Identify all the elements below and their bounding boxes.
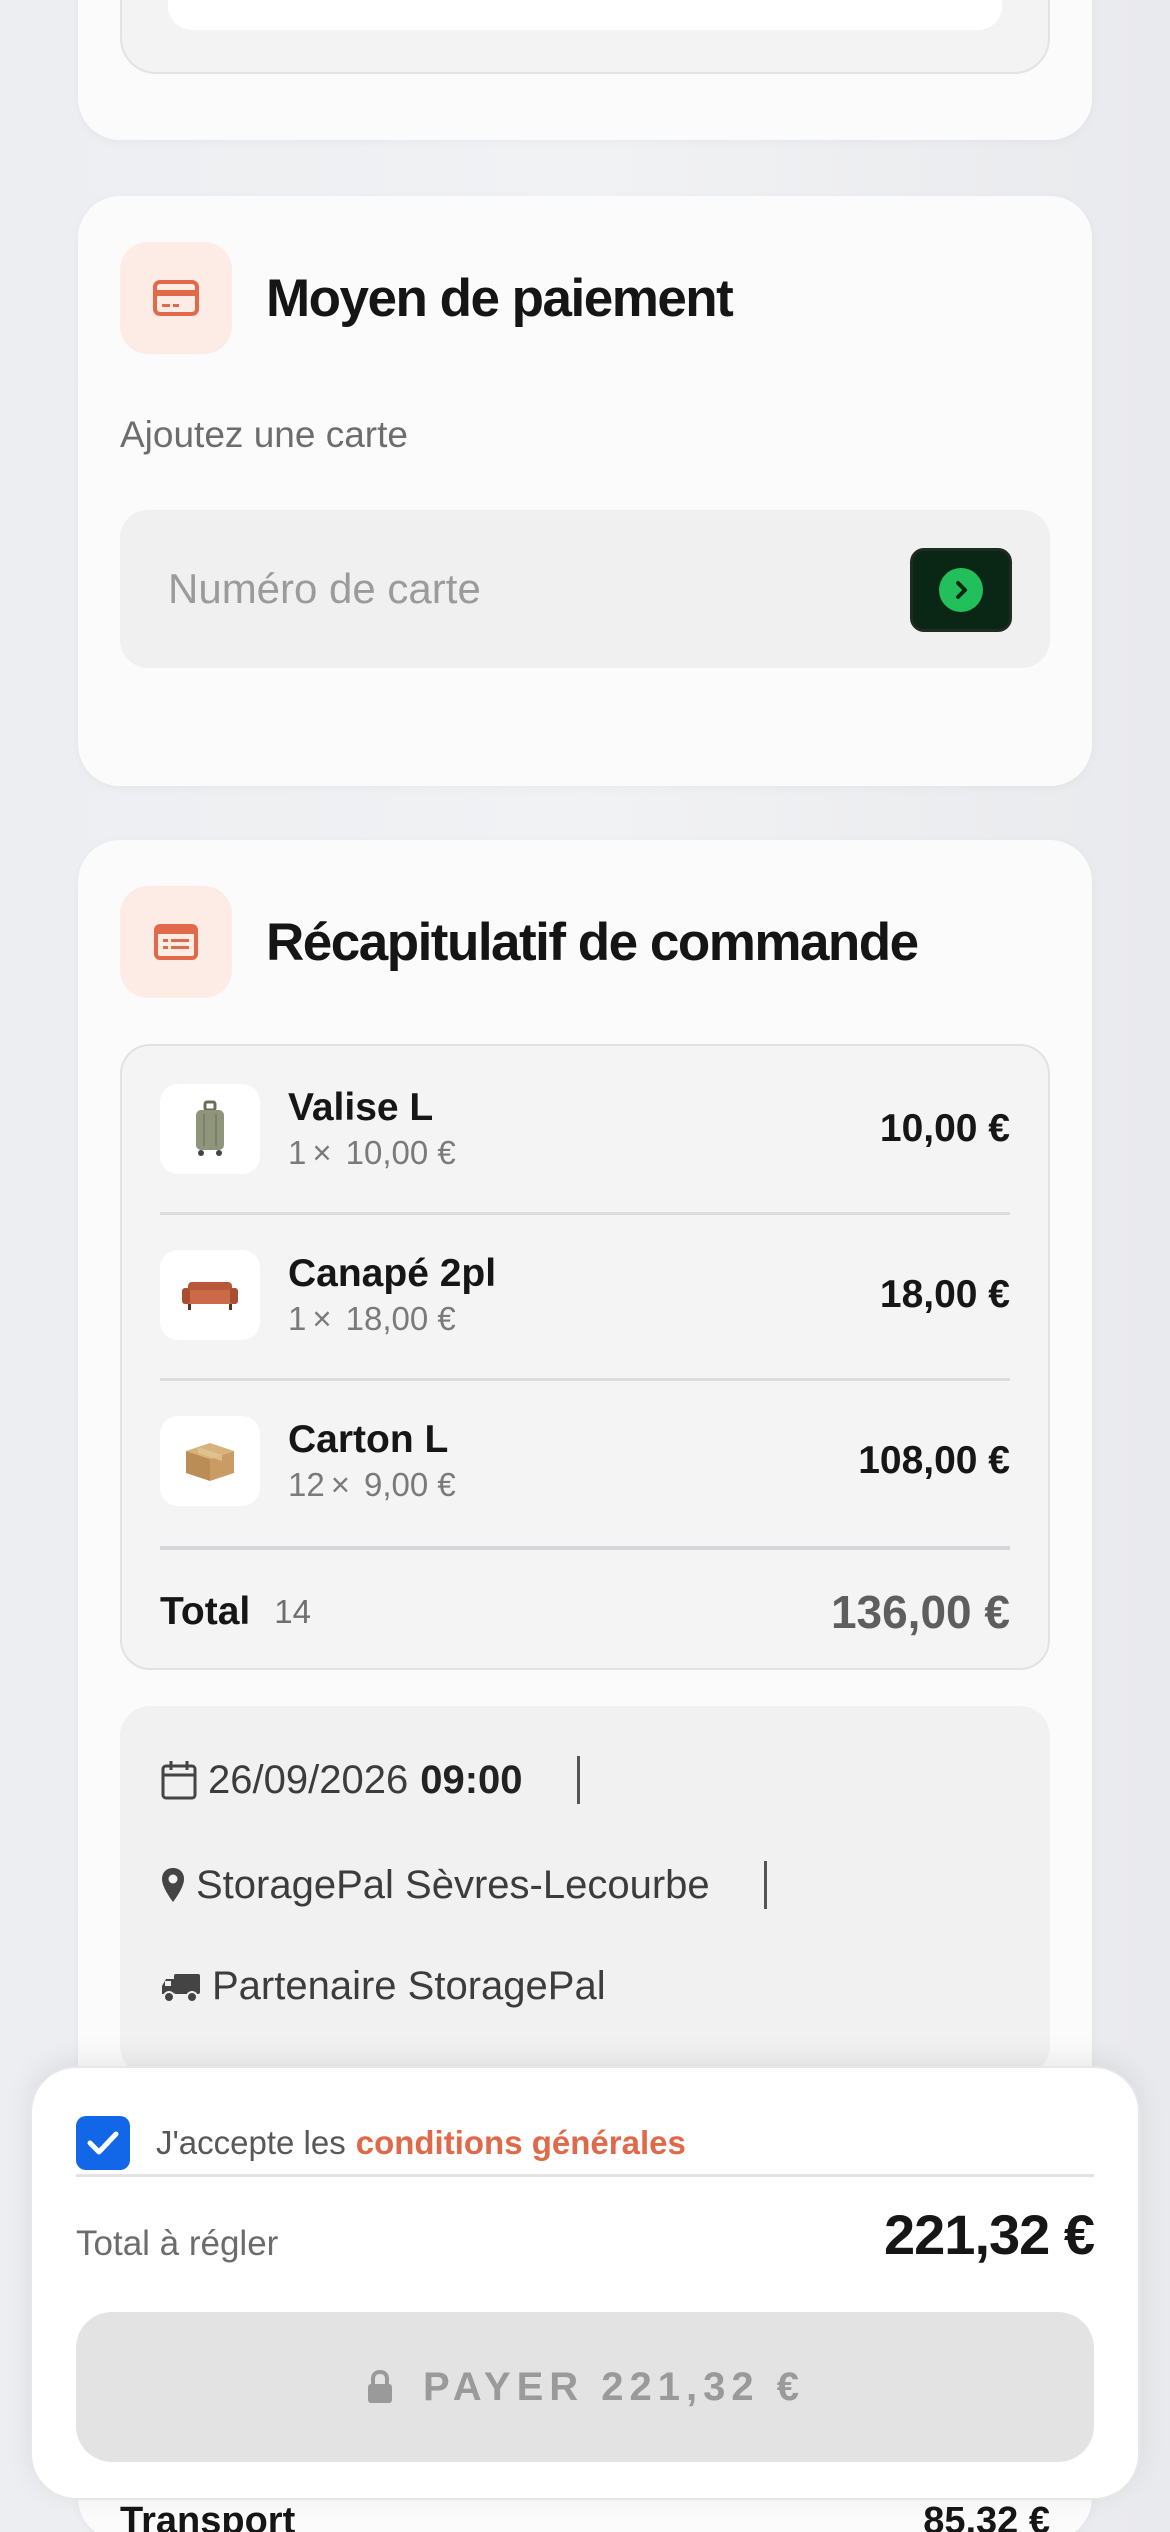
delivery-partner: Partenaire StoragePal bbox=[212, 1964, 606, 2008]
amount-due-label: Total à régler bbox=[76, 2224, 279, 2263]
card-submit-button[interactable] bbox=[910, 548, 1012, 632]
pay-button[interactable]: PAYER 221,32 € bbox=[76, 2312, 1094, 2462]
order-summary-header: Récapitulatif de commande bbox=[120, 886, 919, 998]
item-unit-price: 18,00 € bbox=[345, 1299, 456, 1337]
item-qty-value: 1 bbox=[288, 1133, 307, 1171]
order-total-row: Total 14 136,00 € bbox=[160, 1562, 1010, 1662]
item-name: Carton L bbox=[288, 1417, 449, 1461]
pickup-date: 26/09/2026 bbox=[208, 1757, 409, 1802]
item-unit-price: 9,00 € bbox=[364, 1465, 456, 1503]
item-info: Canapé 2pl 1 × 18,00 € bbox=[288, 1251, 880, 1339]
previous-section-box bbox=[120, 0, 1050, 74]
transport-value: 85,32 € bbox=[923, 2500, 1050, 2532]
sofa-icon bbox=[160, 1249, 260, 1340]
item-price: 10,00 € bbox=[879, 1106, 1010, 1150]
transport-row: Transport 85,32 € bbox=[120, 2500, 1050, 2532]
pickup-time: 09:00 bbox=[420, 1757, 523, 1802]
times-sign: × bbox=[330, 1465, 350, 1503]
credit-card-icon bbox=[120, 242, 232, 354]
total-label: Total bbox=[160, 1590, 251, 1633]
add-card-label: Ajoutez une carte bbox=[120, 414, 408, 455]
pay-button-label: PAYER 221,32 € bbox=[423, 2364, 805, 2409]
payment-method-title: Moyen de paiement bbox=[266, 268, 734, 328]
item-price: 108,00 € bbox=[858, 1438, 1010, 1482]
terms-prefix: J'accepte les bbox=[156, 2124, 346, 2161]
total-divider bbox=[160, 1546, 1010, 1550]
previous-section-card bbox=[78, 0, 1092, 140]
payment-method-card: Moyen de paiement Ajoutez une carte bbox=[78, 196, 1092, 786]
detail-separator bbox=[763, 1861, 767, 1909]
item-info: Carton L 12 × 9,00 € bbox=[288, 1417, 858, 1505]
location-detail: StoragePal Sèvres-Lecourbe bbox=[160, 1861, 767, 1909]
partner-detail: Partenaire StoragePal bbox=[160, 1964, 606, 2009]
receipt-list-icon bbox=[120, 886, 232, 998]
map-pin-icon bbox=[160, 1866, 196, 1904]
item-name: Valise L bbox=[288, 1085, 434, 1129]
date-time-detail: 26/09/2026 09:00 bbox=[160, 1756, 580, 1804]
item-name: Canapé 2pl bbox=[288, 1251, 497, 1295]
lock-icon bbox=[365, 2369, 395, 2405]
item-info: Valise L 1 × 10,00 € bbox=[288, 1085, 880, 1173]
checkmark-icon bbox=[87, 2131, 119, 2155]
item-quantity: 1 × 18,00 € bbox=[288, 1299, 880, 1339]
payment-method-header: Moyen de paiement bbox=[120, 242, 734, 354]
list-item: Carton L 12 × 9,00 € 108,00 € bbox=[160, 1378, 1010, 1543]
item-price: 18,00 € bbox=[879, 1272, 1010, 1316]
terms-checkbox[interactable] bbox=[76, 2116, 130, 2170]
previous-section-field bbox=[168, 0, 1002, 30]
times-sign: × bbox=[312, 1133, 332, 1171]
box-icon bbox=[160, 1415, 260, 1506]
calendar-icon bbox=[160, 1759, 208, 1801]
suitcase-icon bbox=[160, 1083, 260, 1174]
transport-label: Transport bbox=[120, 2500, 296, 2532]
item-quantity: 1 × 10,00 € bbox=[288, 1133, 880, 1173]
list-item: Canapé 2pl 1 × 18,00 € 18,00 € bbox=[160, 1212, 1010, 1377]
detail-separator bbox=[576, 1756, 580, 1804]
order-summary-title: Récapitulatif de commande bbox=[266, 912, 919, 972]
times-sign: × bbox=[312, 1299, 332, 1337]
storage-location: StoragePal Sèvres-Lecourbe bbox=[196, 1862, 710, 1907]
sheet-divider bbox=[76, 2174, 1094, 2177]
item-qty-value: 1 bbox=[288, 1299, 307, 1337]
item-qty-value: 12 bbox=[288, 1465, 325, 1503]
card-number-field[interactable] bbox=[120, 510, 1050, 668]
list-item: Valise L 1 × 10,00 € 10,00 € bbox=[160, 1046, 1010, 1211]
order-items-list: Valise L 1 × 10,00 € 10,00 € Canapé 2pl … bbox=[120, 1044, 1050, 1670]
checkout-sheet: J'accepte les conditions générales Total … bbox=[30, 2066, 1140, 2500]
terms-row: J'accepte les conditions générales bbox=[76, 2116, 686, 2170]
item-quantity: 12 × 9,00 € bbox=[288, 1465, 858, 1505]
chevron-right-icon bbox=[939, 568, 983, 612]
amount-due-value: 221,32 € bbox=[884, 2203, 1095, 2266]
total-item-count: 14 bbox=[274, 1593, 311, 1630]
truck-icon bbox=[160, 1970, 212, 2004]
terms-link[interactable]: conditions générales bbox=[356, 2124, 686, 2161]
terms-label: J'accepte les conditions générales bbox=[156, 2124, 686, 2162]
card-number-input[interactable] bbox=[168, 554, 808, 624]
item-unit-price: 10,00 € bbox=[345, 1133, 456, 1171]
total-value: 136,00 € bbox=[830, 1586, 1010, 1638]
checkout-page: Moyen de paiement Ajoutez une carte Numé… bbox=[0, 0, 1170, 2532]
order-details-box: 26/09/2026 09:00 StoragePal Sèvres-Lecou… bbox=[120, 1706, 1050, 2076]
